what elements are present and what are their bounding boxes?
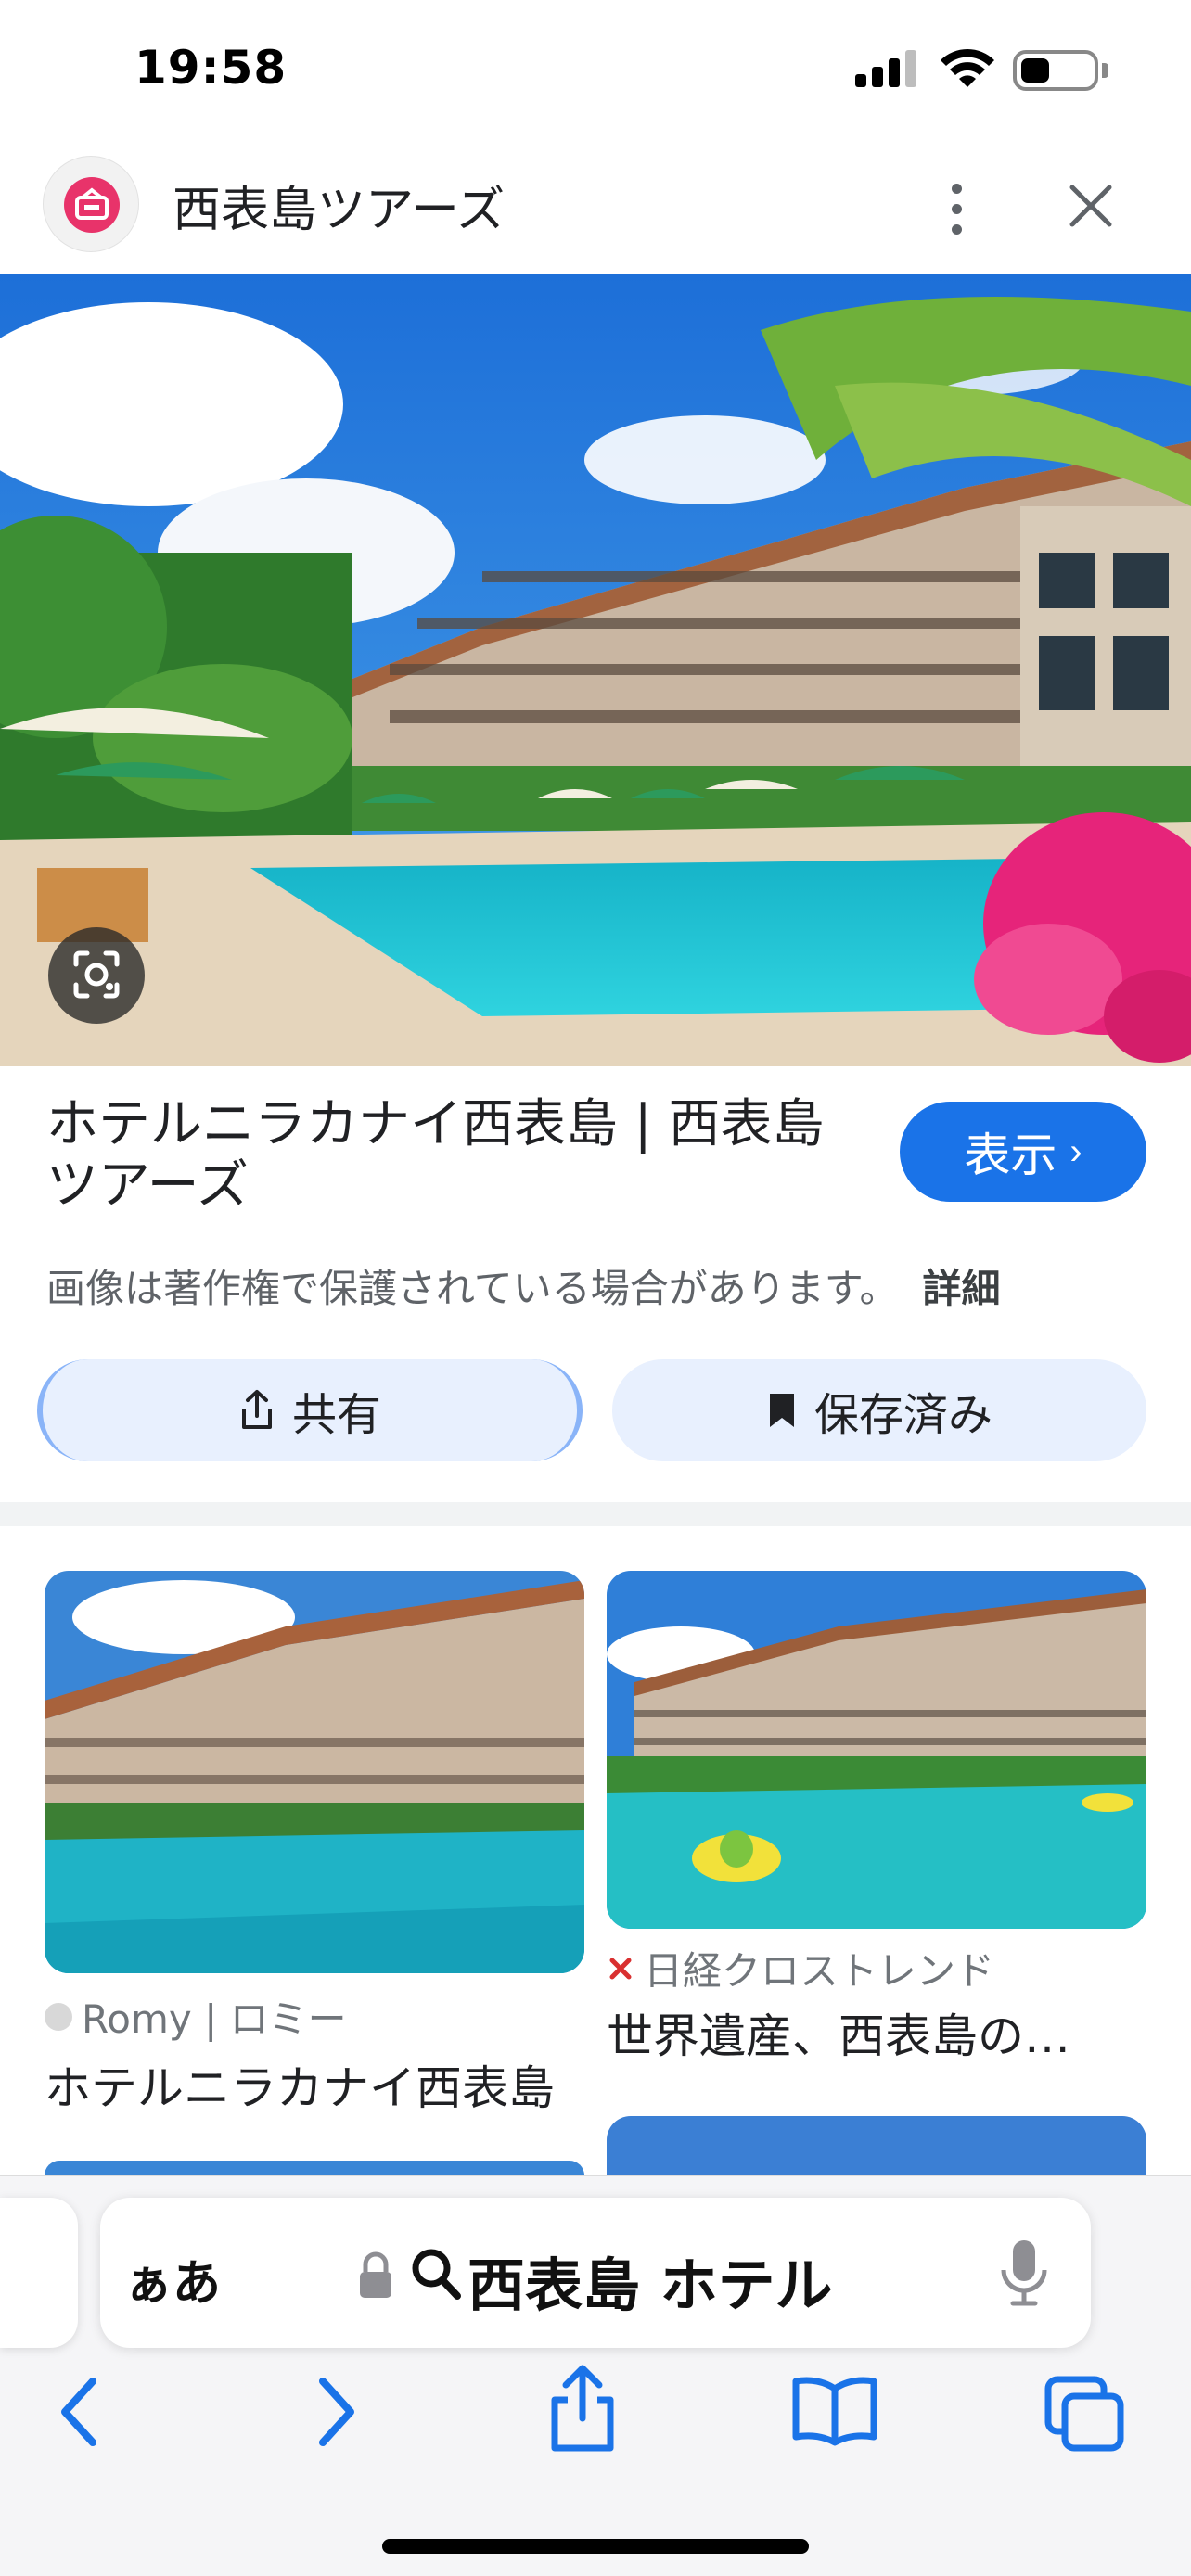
search-icon <box>412 2249 461 2300</box>
battery-icon <box>1013 50 1098 91</box>
bookmarks-icon[interactable] <box>790 2376 879 2446</box>
share-icon <box>241 1390 272 1429</box>
site-title[interactable]: 西表島ツアーズ <box>173 171 505 240</box>
chevron-right-icon: › <box>1069 1130 1082 1172</box>
share-icon[interactable] <box>545 2363 620 2455</box>
lens-icon[interactable] <box>48 927 145 1024</box>
battery-level <box>1021 58 1049 83</box>
result-title[interactable]: ホテルニラカナイ西表島 | 西表島ツアーズ <box>46 1094 863 1217</box>
more-vert-icon[interactable] <box>939 176 976 241</box>
share-button[interactable]: 共有 <box>37 1359 583 1461</box>
saved-label: 保存済み <box>813 1389 992 1441</box>
related-title[interactable]: 世界遺産、西表島の… <box>607 1999 1146 2066</box>
related-source: 日経クロストレンド <box>607 1940 994 1996</box>
saved-button[interactable]: 保存済み <box>612 1359 1146 1461</box>
related-card[interactable]: 日経クロストレンド 世界遺産、西表島の… <box>607 1571 1146 2090</box>
image-viewer-header: 西表島ツアーズ <box>0 139 1191 274</box>
related-thumbnail[interactable] <box>45 1571 584 1973</box>
romy-favicon-icon <box>45 2002 72 2031</box>
cellular-signal-icon <box>855 48 916 87</box>
copyright-notice: 画像は著作権で保護されている場合があります。 詳細 <box>46 1257 1001 1314</box>
visit-label: 表示 <box>964 1129 1057 1181</box>
close-icon[interactable] <box>1063 178 1119 234</box>
status-bar: 19:58 <box>0 0 1191 139</box>
bookmark-icon <box>769 1394 794 1427</box>
related-card[interactable] <box>607 2116 1146 2175</box>
lock-icon <box>360 2251 391 2298</box>
nikkei-favicon-icon <box>609 1958 632 1979</box>
url-text[interactable]: 西表島 ホテル <box>467 2238 833 2322</box>
battery-tip <box>1102 63 1108 78</box>
tabs-icon[interactable] <box>1043 2374 1126 2454</box>
home-indicator <box>382 2539 809 2554</box>
related-source-name: Romy | ロミー <box>82 1996 347 2042</box>
previous-tab-preview[interactable] <box>0 2198 78 2348</box>
section-divider <box>0 1502 1191 1526</box>
related-source-name: 日経クロストレンド <box>644 1948 995 1994</box>
hero-image[interactable] <box>0 274 1191 1066</box>
related-card[interactable] <box>45 2161 584 2175</box>
related-title[interactable]: ホテルニラカナイ西表島 <box>45 2051 584 2118</box>
forward-icon[interactable] <box>308 2370 364 2454</box>
share-label: 共有 <box>291 1389 381 1441</box>
wifi-icon <box>941 48 994 87</box>
visit-button[interactable]: 表示 › <box>900 1102 1146 1202</box>
related-thumbnail[interactable] <box>607 1571 1146 1929</box>
page-settings-button[interactable]: ぁあ <box>124 2244 221 2314</box>
copyright-text: 画像は著作権で保護されている場合があります。 <box>46 1266 899 1311</box>
microphone-icon[interactable] <box>998 2237 1050 2309</box>
tour-logo-icon[interactable] <box>43 156 139 252</box>
related-source: Romy | ロミー <box>45 1988 347 2045</box>
details-link[interactable]: 詳細 <box>923 1266 1001 1311</box>
related-card[interactable]: Romy | ロミー ホテルニラカナイ西表島 <box>45 1571 584 2127</box>
status-time: 19:58 <box>134 41 288 95</box>
back-icon[interactable] <box>52 2370 108 2454</box>
